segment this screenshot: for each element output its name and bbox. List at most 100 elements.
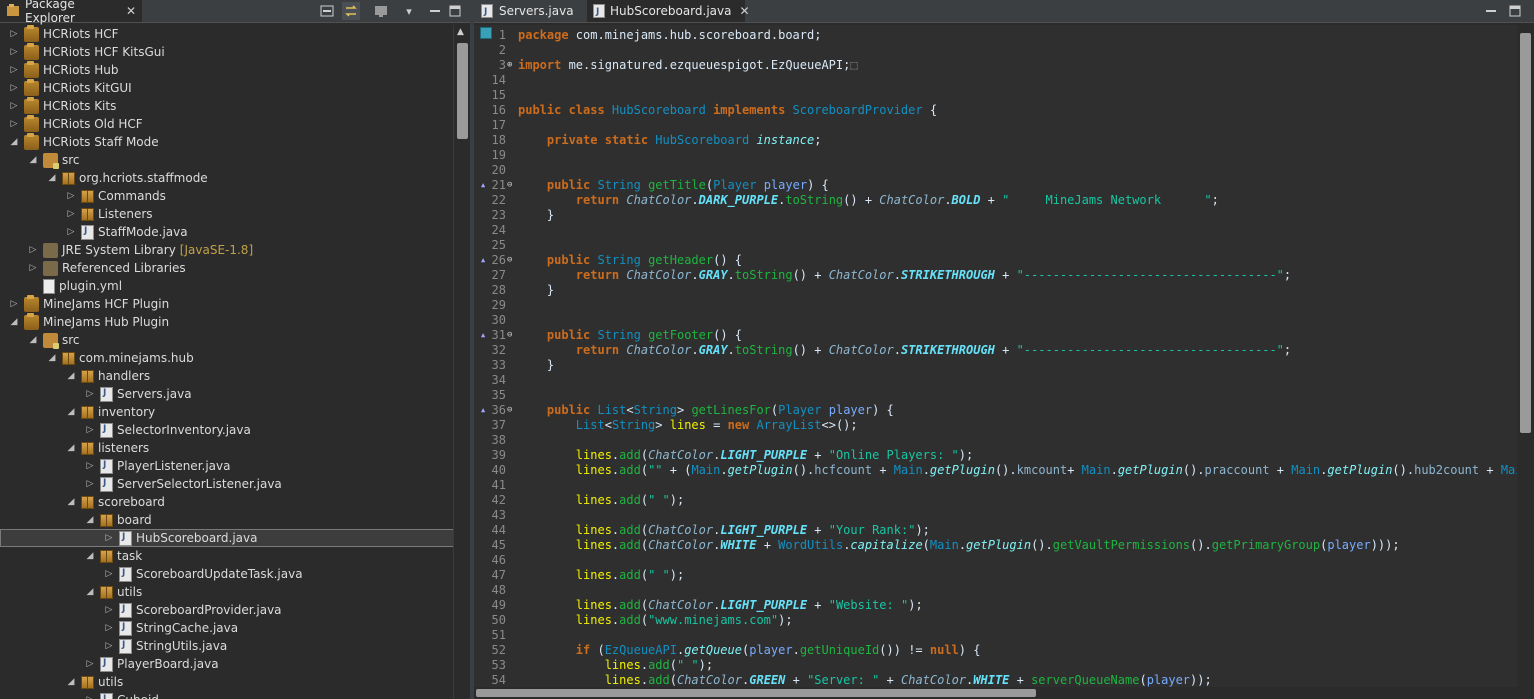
code-line[interactable]: 20 bbox=[474, 163, 1517, 178]
view-menu-icon[interactable]: ▾ bbox=[400, 2, 418, 20]
tree-item[interactable]: ▷ Listeners bbox=[0, 205, 453, 223]
code-line[interactable]: 49 lines.add(ChatColor.LIGHT_PURPLE + "W… bbox=[474, 598, 1517, 613]
expanded-arrow-icon[interactable]: ◢ bbox=[65, 676, 77, 688]
tree-item[interactable]: ▷ ServerSelectorListener.java bbox=[0, 475, 453, 493]
tree-item[interactable]: ▷ HCRiots Kits bbox=[0, 96, 453, 115]
tree-item[interactable]: ▷ HCRiots HCF bbox=[0, 25, 453, 43]
expanded-arrow-icon[interactable]: ◢ bbox=[46, 172, 58, 184]
scrollbar-thumb[interactable] bbox=[476, 689, 1036, 697]
focus-icon[interactable] bbox=[372, 2, 390, 20]
collapsed-arrow-icon[interactable]: ▷ bbox=[65, 208, 77, 220]
tree-item[interactable]: ▷ StringCache.java bbox=[0, 619, 453, 637]
code-line[interactable]: 1 package com.minejams.hub.scoreboard.boa… bbox=[474, 28, 1517, 43]
tree-item[interactable]: ▷ StaffMode.java bbox=[0, 223, 453, 241]
tree-item[interactable]: ▷ Referenced Libraries bbox=[0, 259, 453, 277]
tree-item[interactable]: ◢ task bbox=[0, 547, 453, 565]
code-line[interactable]: 36 ▲ ⊖ public List<String> getLinesFor(Pla… bbox=[474, 403, 1517, 418]
collapsed-arrow-icon[interactable]: ▷ bbox=[8, 28, 20, 40]
tree-item[interactable]: ▷ ScoreboardUpdateTask.java bbox=[0, 565, 453, 583]
tree-scrollbar[interactable]: ▲ bbox=[453, 25, 471, 699]
scroll-up-arrow-icon[interactable]: ▲ bbox=[457, 27, 464, 37]
expanded-arrow-icon[interactable]: ◢ bbox=[27, 334, 39, 346]
maximize-icon[interactable] bbox=[1506, 2, 1524, 20]
tree-item[interactable]: ◢ MineJams Hub Plugin bbox=[0, 312, 453, 331]
code-line[interactable]: 15 bbox=[474, 88, 1517, 103]
code-line[interactable]: 27 return ChatColor.GRAY.toString() + Ch… bbox=[474, 268, 1517, 283]
tree-item[interactable]: ◢ com.minejams.hub bbox=[0, 349, 453, 367]
code-line[interactable]: 38 bbox=[474, 433, 1517, 448]
collapse-fold-icon[interactable]: ⊖ bbox=[507, 178, 512, 193]
code-line[interactable]: 22 return ChatColor.DARK_PURPLE.toString… bbox=[474, 193, 1517, 208]
code-line[interactable]: 19 bbox=[474, 148, 1517, 163]
tree-item[interactable]: ◢ listeners bbox=[0, 439, 453, 457]
code-line[interactable]: 26 ▲ ⊖ public String getHeader() { bbox=[474, 253, 1517, 268]
collapse-fold-icon[interactable]: ⊖ bbox=[507, 253, 512, 268]
code-line[interactable]: 25 bbox=[474, 238, 1517, 253]
expanded-arrow-icon[interactable]: ◢ bbox=[65, 406, 77, 418]
code-line[interactable]: 28 } bbox=[474, 283, 1517, 298]
tree-item[interactable]: ◢ handlers bbox=[0, 367, 453, 385]
tree-item[interactable]: ▷ StringUtils.java bbox=[0, 637, 453, 655]
code-line[interactable]: 41 bbox=[474, 478, 1517, 493]
tree-item[interactable]: ▷ PlayerBoard.java bbox=[0, 655, 453, 673]
code-line[interactable]: 32 return ChatColor.GRAY.toString() + Ch… bbox=[474, 343, 1517, 358]
editor-vertical-scrollbar[interactable] bbox=[1517, 25, 1534, 687]
expand-fold-icon[interactable]: ⊕ bbox=[507, 58, 512, 73]
code-line[interactable]: 44 lines.add(ChatColor.LIGHT_PURPLE + "Y… bbox=[474, 523, 1517, 538]
collapsed-arrow-icon[interactable]: ▷ bbox=[84, 424, 96, 436]
collapsed-arrow-icon[interactable]: ▷ bbox=[8, 46, 20, 58]
expanded-arrow-icon[interactable]: ◢ bbox=[84, 514, 96, 526]
expanded-arrow-icon[interactable]: ◢ bbox=[65, 496, 77, 508]
minimize-icon[interactable] bbox=[426, 2, 444, 20]
code-line[interactable]: 2 bbox=[474, 43, 1517, 58]
tree-item[interactable]: ▷ HCRiots HCF KitsGui bbox=[0, 42, 453, 61]
collapsed-arrow-icon[interactable]: ▷ bbox=[65, 226, 77, 238]
tree-item[interactable]: ▷ Commands bbox=[0, 187, 453, 205]
code-line[interactable]: 53 lines.add(" "); bbox=[474, 658, 1517, 673]
tree-item[interactable]: plugin.yml bbox=[0, 277, 453, 295]
tree-item[interactable]: ▷ Cuboid... bbox=[0, 691, 453, 699]
tab-package-explorer[interactable]: Package Explorer ✕ bbox=[0, 0, 142, 25]
code-area[interactable]: 1 package com.minejams.hub.scoreboard.boa… bbox=[474, 25, 1517, 687]
scrollbar-thumb[interactable] bbox=[457, 43, 468, 139]
collapsed-arrow-icon[interactable]: ▷ bbox=[8, 82, 20, 94]
code-line[interactable]: 14 bbox=[474, 73, 1517, 88]
code-line[interactable]: 47 lines.add(" "); bbox=[474, 568, 1517, 583]
collapsed-arrow-icon[interactable]: ▷ bbox=[103, 640, 115, 652]
code-line[interactable]: 23 } bbox=[474, 208, 1517, 223]
tree-item[interactable]: ▷ SelectorInventory.java bbox=[0, 421, 453, 439]
collapsed-arrow-icon[interactable]: ▷ bbox=[8, 118, 20, 130]
code-line[interactable]: 31 ▲ ⊖ public String getFooter() { bbox=[474, 328, 1517, 343]
expanded-arrow-icon[interactable]: ◢ bbox=[8, 136, 20, 148]
tree-item[interactable]: ▷ HubScoreboard.java bbox=[0, 529, 453, 547]
tree-item[interactable]: ▷ HCRiots Hub bbox=[0, 60, 453, 79]
code-line[interactable]: 42 lines.add(" "); bbox=[474, 493, 1517, 508]
collapse-fold-icon[interactable]: ⊖ bbox=[507, 328, 512, 343]
expanded-arrow-icon[interactable]: ◢ bbox=[84, 586, 96, 598]
collapsed-arrow-icon[interactable]: ▷ bbox=[8, 64, 20, 76]
tree-item[interactable]: ◢ src bbox=[0, 151, 453, 169]
expanded-arrow-icon[interactable]: ◢ bbox=[46, 352, 58, 364]
expanded-arrow-icon[interactable]: ◢ bbox=[84, 550, 96, 562]
code-line[interactable]: 50 lines.add("www.minejams.com"); bbox=[474, 613, 1517, 628]
tree-item[interactable]: ▷ MineJams HCF Plugin bbox=[0, 294, 453, 313]
close-icon[interactable]: ✕ bbox=[739, 4, 749, 18]
collapsed-arrow-icon[interactable]: ▷ bbox=[84, 478, 96, 490]
code-line[interactable]: 54 lines.add(ChatColor.GREEN + "Server: … bbox=[474, 673, 1517, 687]
code-line[interactable]: 37 List<String> lines = new ArrayList<>(… bbox=[474, 418, 1517, 433]
tree-item[interactable]: ◢ utils bbox=[0, 583, 453, 601]
code-line[interactable]: 21 ▲ ⊖ public String getTitle(Player playe… bbox=[474, 178, 1517, 193]
code-line[interactable]: 30 bbox=[474, 313, 1517, 328]
code-line[interactable]: 18 private static HubScoreboard instance… bbox=[474, 133, 1517, 148]
tree-item[interactable]: ◢ src bbox=[0, 331, 453, 349]
code-line[interactable]: 46 bbox=[474, 553, 1517, 568]
code-line[interactable]: 17 bbox=[474, 118, 1517, 133]
tree-item[interactable]: ▷ PlayerListener.java bbox=[0, 457, 453, 475]
collapsed-arrow-icon[interactable]: ▷ bbox=[84, 694, 96, 699]
code-line[interactable]: 35 bbox=[474, 388, 1517, 403]
expanded-arrow-icon[interactable]: ◢ bbox=[65, 442, 77, 454]
tab-hubscoreboard-java[interactable]: J HubScoreboard.java ✕ bbox=[587, 0, 750, 22]
collapse-all-icon[interactable] bbox=[318, 2, 336, 20]
code-line[interactable]: 52 if (EzQueueAPI.getQueue(player.getUni… bbox=[474, 643, 1517, 658]
tree-item[interactable]: ◢ HCRiots Staff Mode bbox=[0, 132, 453, 151]
